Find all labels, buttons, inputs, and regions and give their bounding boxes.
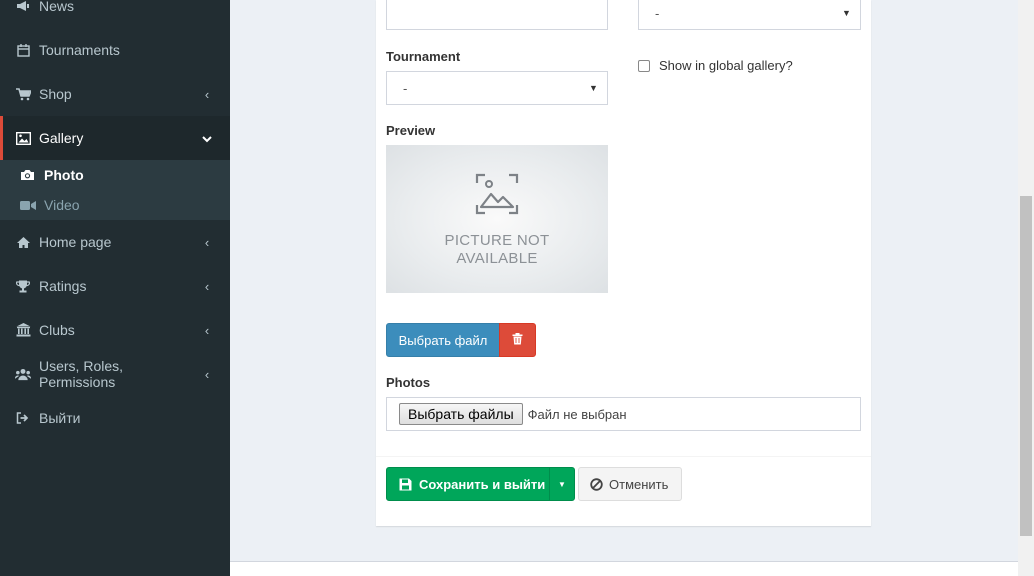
- sidebar: News Tournaments Shop ‹ Gallery Photo Vi…: [0, 0, 230, 576]
- vertical-scrollbar[interactable]: [1018, 0, 1034, 576]
- sidebar-item-label: Gallery: [39, 130, 84, 146]
- preview-image: PICTURE NOT AVAILABLE: [386, 145, 608, 293]
- chevron-left-icon: ‹: [204, 322, 210, 338]
- sign-out-icon: [15, 410, 31, 426]
- photos-label: Photos: [386, 375, 431, 390]
- trash-icon: [512, 332, 523, 348]
- page-footer: [230, 561, 1018, 576]
- ban-icon: [590, 477, 603, 491]
- shopping-cart-icon: [15, 86, 31, 102]
- chevron-left-icon: ‹: [204, 366, 210, 382]
- global-gallery-label: Show in global gallery?: [659, 58, 793, 73]
- sidebar-item-home-page[interactable]: Home page ‹: [0, 220, 230, 264]
- camera-icon: [20, 169, 38, 181]
- box-footer-divider: [376, 456, 871, 457]
- sidebar-item-label: News: [39, 0, 75, 14]
- delete-image-button[interactable]: [499, 323, 536, 357]
- save-icon: [399, 478, 412, 491]
- top-select-value: -: [655, 5, 660, 21]
- image-placeholder-icon: [475, 173, 519, 218]
- top-select[interactable]: - ▼: [638, 0, 861, 30]
- chevron-left-icon: ‹: [204, 234, 210, 250]
- sidebar-item-logout[interactable]: Выйти: [0, 396, 230, 440]
- users-icon: [15, 366, 31, 382]
- cancel-button[interactable]: Отменить: [578, 467, 682, 501]
- tournament-label: Tournament: [386, 49, 461, 64]
- sidebar-item-label: Shop: [39, 86, 72, 102]
- sidebar-item-clubs[interactable]: Clubs ‹: [0, 308, 230, 352]
- caret-down-icon: ▼: [558, 479, 566, 489]
- global-gallery-option: Show in global gallery?: [638, 58, 793, 73]
- tournament-select-value: -: [403, 80, 408, 96]
- photos-file-input: Выбрать файлы Файл не выбран: [386, 397, 861, 431]
- picture-icon: [15, 130, 31, 146]
- preview-label: Preview: [386, 123, 436, 138]
- global-gallery-checkbox[interactable]: [638, 59, 650, 72]
- sidebar-item-shop[interactable]: Shop ‹: [0, 72, 230, 116]
- no-file-selected-text: Файл не выбран: [527, 406, 627, 422]
- sidebar-item-ratings[interactable]: Ratings ‹: [0, 264, 230, 308]
- scrollbar-thumb[interactable]: [1020, 196, 1032, 536]
- chevron-down-icon: [200, 131, 214, 146]
- sidebar-item-users-roles-permissions[interactable]: Users, Roles, Permissions ‹: [0, 352, 230, 396]
- choose-files-button[interactable]: Выбрать файлы: [399, 403, 523, 425]
- sidebar-item-label: Users, Roles, Permissions: [39, 358, 124, 390]
- choose-file-button[interactable]: Выбрать файл: [386, 323, 500, 357]
- bullhorn-icon: [15, 0, 31, 14]
- save-and-exit-label: Сохранить и выйти: [419, 476, 546, 492]
- sidebar-item-label: Ratings: [39, 278, 87, 294]
- sidebar-item-label: Tournaments: [39, 42, 120, 58]
- select-arrow-icon: ▼: [589, 83, 598, 93]
- sidebar-item-news[interactable]: News: [0, 0, 230, 28]
- sidebar-subitem-photo[interactable]: Photo: [0, 160, 230, 190]
- tournament-select[interactable]: - ▼: [386, 71, 608, 105]
- sidebar-item-label: Home page: [39, 234, 112, 250]
- placeholder-line-2: AVAILABLE: [456, 250, 538, 267]
- home-icon: [15, 234, 31, 250]
- picture-not-available-text: PICTURE NOT AVAILABLE: [445, 232, 550, 268]
- sidebar-item-label: Выйти: [39, 410, 81, 426]
- content-wrapper: - ▼ Tournament - ▼ Show in global galler…: [230, 0, 1018, 576]
- sidebar-subitem-video[interactable]: Video: [0, 190, 230, 220]
- calendar-icon: [15, 42, 31, 58]
- save-and-exit-button[interactable]: Сохранить и выйти: [386, 467, 550, 501]
- chevron-left-icon: ‹: [204, 278, 210, 294]
- sidebar-item-gallery[interactable]: Gallery: [0, 116, 230, 160]
- cancel-label: Отменить: [609, 476, 669, 492]
- video-camera-icon: [20, 200, 38, 211]
- placeholder-line-1: PICTURE NOT: [444, 232, 550, 249]
- sidebar-item-tournaments[interactable]: Tournaments: [0, 28, 230, 72]
- institution-icon: [15, 322, 31, 338]
- save-options-dropdown-button[interactable]: ▼: [549, 467, 575, 501]
- sidebar-item-label: Clubs: [39, 322, 75, 338]
- gallery-submenu: Photo Video: [0, 160, 230, 220]
- chevron-left-icon: ‹: [204, 86, 210, 102]
- select-arrow-icon: ▼: [842, 8, 851, 18]
- text-field[interactable]: [386, 0, 608, 30]
- sidebar-subitem-label: Video: [44, 197, 80, 213]
- trophy-icon: [15, 278, 31, 294]
- sidebar-subitem-label: Photo: [44, 167, 84, 183]
